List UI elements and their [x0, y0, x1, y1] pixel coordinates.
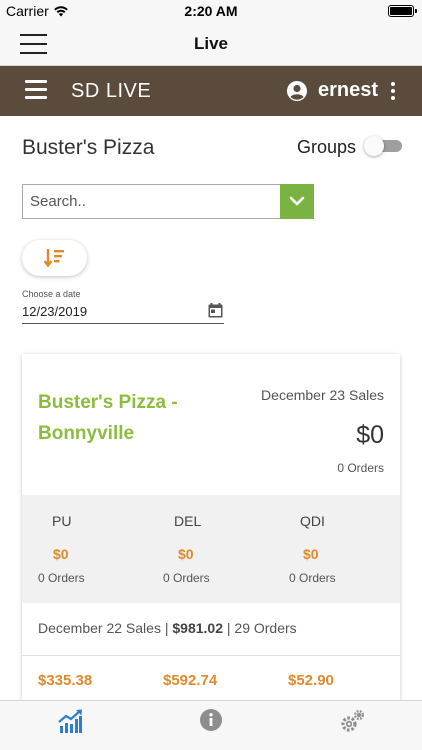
previous-amount-pu: $335.38 — [38, 672, 93, 689]
order-type-code: PU — [52, 513, 72, 529]
sales-label: December 23 Sales — [261, 387, 384, 403]
status-time: 2:20 AM — [184, 3, 238, 19]
nav-bar: Live — [0, 22, 422, 66]
app-brand: SD LIVE — [71, 80, 152, 102]
sort-button[interactable] — [22, 240, 87, 276]
previous-sales-label: December 22 Sales | — [38, 620, 169, 636]
groups-toggle[interactable] — [364, 136, 402, 156]
order-type-breakdown: PU $0 0 Orders DEL $0 0 Orders QDI $0 0 … — [22, 495, 400, 603]
calendar-icon[interactable] — [208, 303, 223, 318]
store-card[interactable]: Buster's Pizza - Bonnyville December 23 … — [22, 354, 400, 750]
chevron-down-icon — [289, 196, 305, 206]
info-icon — [200, 709, 222, 731]
sort-descending-icon — [44, 249, 64, 268]
previous-amount-del: $592.74 — [163, 672, 218, 689]
tab-live-sales[interactable] — [0, 701, 140, 750]
previous-amount-qdi: $52.90 — [288, 672, 334, 689]
battery-icon — [388, 5, 417, 17]
previous-orders: | 29 Orders — [226, 620, 297, 636]
search-input[interactable] — [22, 184, 280, 219]
status-bar: Carrier 2:20 AM — [0, 0, 422, 22]
order-type-code: DEL — [174, 513, 202, 529]
order-type-orders: 0 Orders — [38, 571, 85, 585]
gears-icon — [341, 710, 364, 732]
chart-up-icon — [58, 709, 82, 733]
store-name[interactable]: Buster's Pizza - Bonnyville — [38, 387, 218, 449]
username: ernest — [318, 79, 379, 101]
menu-icon[interactable] — [20, 34, 47, 54]
app-header: SD LIVE ernest — [0, 66, 422, 116]
tab-settings[interactable] — [282, 701, 422, 750]
date-value: 12/23/2019 — [22, 304, 88, 319]
sales-value: $0 — [356, 421, 384, 449]
divider — [22, 655, 400, 656]
hamburger-icon[interactable] — [25, 80, 47, 100]
order-type-orders: 0 Orders — [289, 571, 336, 585]
previous-sales-total: $981.02 — [172, 620, 223, 636]
tab-bar — [0, 700, 422, 750]
groups-label: Groups — [297, 137, 357, 157]
order-type-code: QDI — [300, 513, 325, 529]
account-circle-icon — [287, 80, 307, 101]
previous-day-summary: December 22 Sales | $981.02 | 29 Orders — [38, 620, 297, 636]
order-type-amount: $0 — [178, 546, 194, 562]
user-menu[interactable]: ernest — [286, 79, 378, 102]
date-label: Choose a date — [22, 289, 81, 299]
more-vert-icon[interactable] — [388, 80, 398, 102]
order-type-orders: 0 Orders — [163, 571, 210, 585]
nav-title: Live — [193, 34, 229, 53]
tab-info[interactable] — [141, 701, 281, 750]
orders-count: 0 Orders — [337, 461, 384, 475]
order-type-amount: $0 — [303, 546, 319, 562]
date-field[interactable]: 12/23/2019 — [22, 300, 224, 324]
page-title: Buster's Pizza — [22, 136, 155, 159]
search-dropdown-button[interactable] — [280, 184, 314, 219]
search-bar — [22, 184, 314, 219]
order-type-amount: $0 — [53, 546, 69, 562]
